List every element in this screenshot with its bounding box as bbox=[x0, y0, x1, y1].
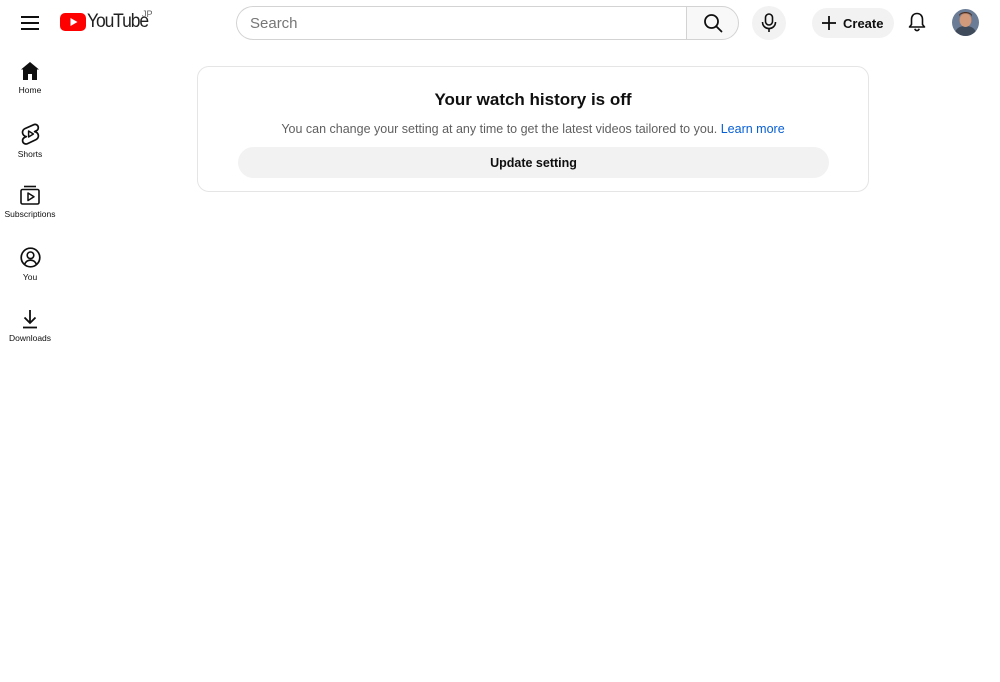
search-button[interactable] bbox=[686, 6, 739, 40]
description-text: You can change your setting at any time … bbox=[281, 122, 718, 136]
sidebar-item-label: You bbox=[22, 272, 38, 282]
subscriptions-icon bbox=[20, 185, 40, 205]
mini-guide: Home Shorts Subscriptions You Downloads bbox=[0, 52, 60, 362]
create-button[interactable]: Create bbox=[812, 8, 894, 38]
search-box[interactable] bbox=[236, 6, 686, 40]
youtube-play-logo-icon bbox=[60, 13, 86, 31]
country-code: JP bbox=[142, 9, 153, 19]
create-label: Create bbox=[843, 15, 884, 31]
account-avatar[interactable] bbox=[952, 9, 979, 36]
youtube-logo[interactable]: YouTube bbox=[60, 11, 153, 33]
hamburger-menu-icon bbox=[21, 16, 39, 30]
microphone-icon bbox=[761, 13, 777, 32]
plus-icon bbox=[822, 16, 836, 30]
search-icon bbox=[703, 14, 722, 33]
logo-wordmark: YouTube bbox=[87, 11, 149, 32]
card-description: You can change your setting at any time … bbox=[198, 122, 868, 136]
sidebar-item-downloads[interactable]: Downloads bbox=[0, 300, 60, 362]
sidebar-item-label: Shorts bbox=[17, 149, 43, 159]
sidebar-item-label: Downloads bbox=[8, 333, 52, 343]
notifications-button[interactable] bbox=[899, 4, 935, 40]
sidebar-item-you[interactable]: You bbox=[0, 238, 60, 300]
sidebar-item-label: Home bbox=[18, 85, 42, 95]
masthead: YouTube JP Create bbox=[0, 0, 1000, 46]
avatar-image bbox=[952, 9, 979, 36]
search-input[interactable] bbox=[250, 14, 673, 32]
learn-more-link[interactable]: Learn more bbox=[721, 122, 785, 136]
search-bar bbox=[236, 6, 739, 40]
bell-icon bbox=[908, 12, 926, 32]
downloads-icon bbox=[23, 310, 37, 329]
card-title: Your watch history is off bbox=[434, 90, 632, 109]
watch-history-off-card: Your watch history is off You can change… bbox=[197, 66, 869, 192]
home-icon bbox=[21, 62, 39, 80]
sidebar-item-subscriptions[interactable]: Subscriptions bbox=[0, 176, 60, 238]
sidebar-item-label: Subscriptions bbox=[4, 209, 56, 219]
shorts-icon bbox=[21, 123, 40, 145]
sidebar-item-shorts[interactable]: Shorts bbox=[0, 114, 60, 176]
guide-menu-button[interactable] bbox=[10, 3, 50, 43]
sidebar-item-home[interactable]: Home bbox=[0, 52, 60, 114]
update-setting-button[interactable]: Update setting bbox=[238, 147, 829, 178]
you-icon bbox=[19, 247, 41, 268]
voice-search-button[interactable] bbox=[752, 6, 786, 40]
